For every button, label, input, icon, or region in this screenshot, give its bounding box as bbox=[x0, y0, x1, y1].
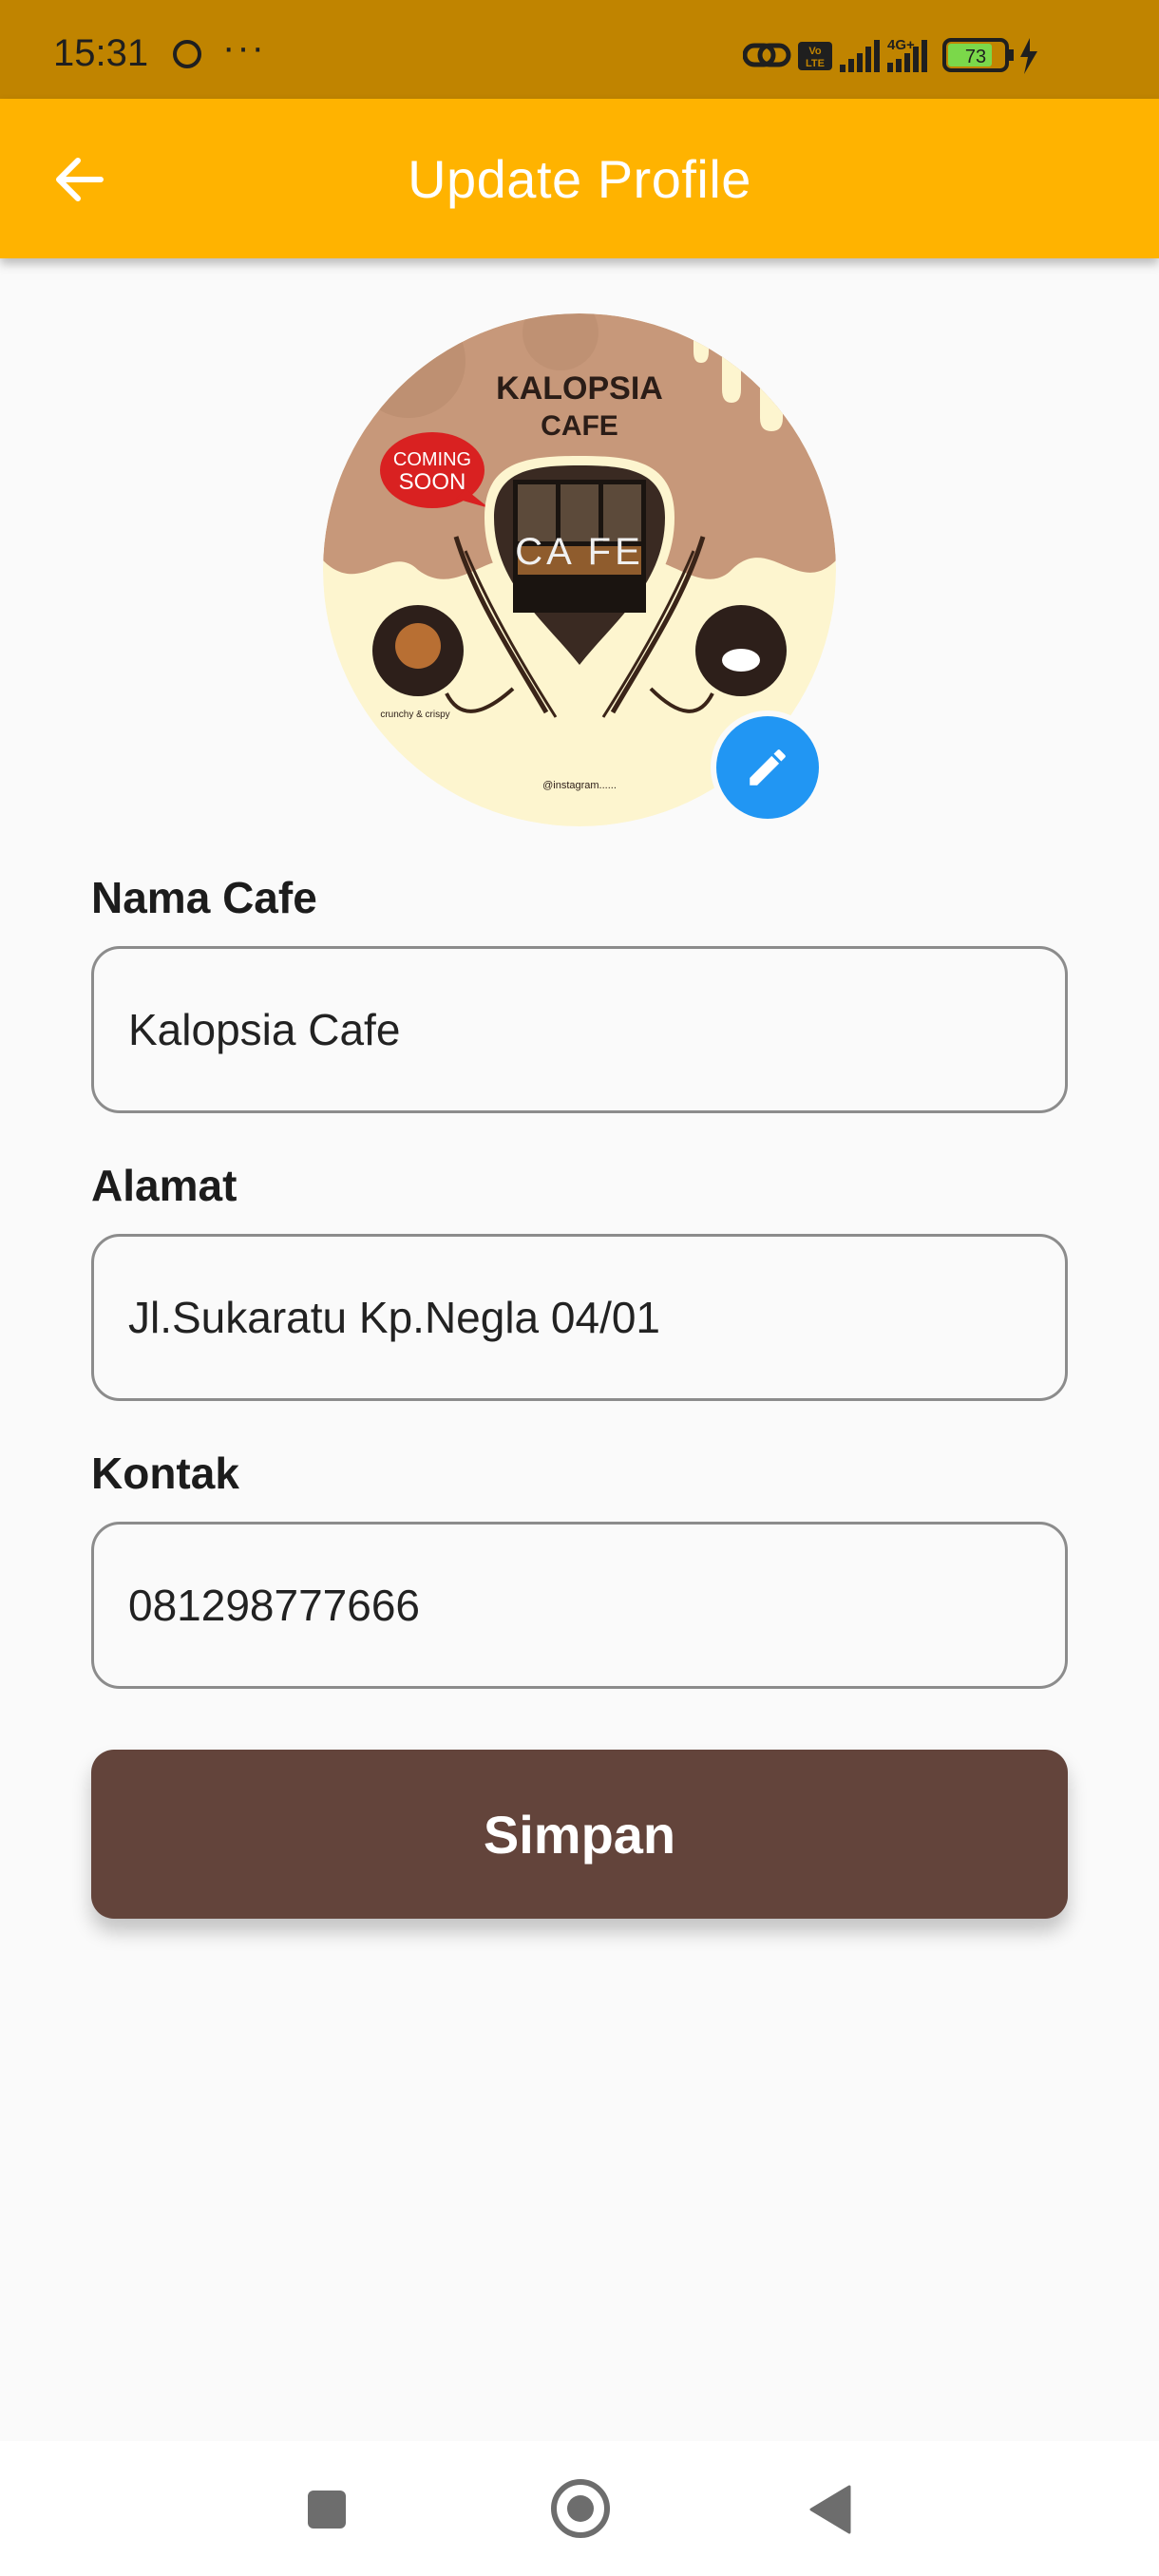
charging-icon bbox=[1020, 38, 1037, 74]
battery-icon: 73 bbox=[942, 38, 1014, 72]
back-icon[interactable] bbox=[809, 2485, 851, 2534]
home-icon[interactable] bbox=[551, 2479, 610, 2538]
profile-image-container: KALOPSIA CAFE COMING SOON CA FE crunchy … bbox=[323, 313, 836, 826]
address-label: Alamat bbox=[91, 1161, 238, 1210]
pencil-icon bbox=[750, 749, 786, 786]
svg-text:crunchy & crispy: crunchy & crispy bbox=[380, 710, 449, 720]
status-time: 15:31 bbox=[53, 32, 149, 74]
contact-input[interactable]: 081298777666 bbox=[91, 1522, 1068, 1689]
edit-photo-button[interactable] bbox=[711, 710, 825, 824]
contact-label: Kontak bbox=[91, 1449, 239, 1498]
network-type: 4G+ bbox=[887, 37, 915, 53]
notification-face-icon bbox=[173, 40, 201, 68]
system-nav-bar bbox=[0, 2441, 1159, 2576]
cafe-name-input[interactable]: Kalopsia Cafe bbox=[91, 946, 1068, 1113]
more-notifications-icon: ··· bbox=[222, 27, 266, 68]
svg-text:KALOPSIA: KALOPSIA bbox=[496, 370, 663, 407]
svg-text:SOON: SOON bbox=[399, 469, 466, 495]
link-icon bbox=[743, 43, 791, 67]
recents-icon[interactable] bbox=[308, 2491, 346, 2529]
svg-text:@instagram......: @instagram...... bbox=[542, 780, 617, 791]
status-icons: Vo LTE 4G+ 73 bbox=[743, 37, 1037, 74]
svg-text:COMING: COMING bbox=[393, 449, 471, 470]
app-bar: Update Profile bbox=[0, 99, 1159, 258]
cafe-name-label: Nama Cafe bbox=[91, 873, 317, 922]
svg-text:Vo: Vo bbox=[808, 46, 822, 57]
signal-icon bbox=[840, 40, 880, 72]
svg-text:73: 73 bbox=[965, 47, 986, 67]
svg-text:LTE: LTE bbox=[806, 58, 825, 69]
page-title: Update Profile bbox=[408, 149, 751, 209]
svg-text:CAFE: CAFE bbox=[541, 410, 618, 442]
address-input[interactable]: Jl.Sukaratu Kp.Negla 04/01 bbox=[91, 1234, 1068, 1401]
save-button[interactable]: Simpan bbox=[91, 1750, 1068, 1919]
status-bar: 15:31 ··· Vo LTE 4G+ 73 bbox=[0, 0, 1159, 99]
svg-text:CA FE: CA FE bbox=[515, 531, 644, 573]
